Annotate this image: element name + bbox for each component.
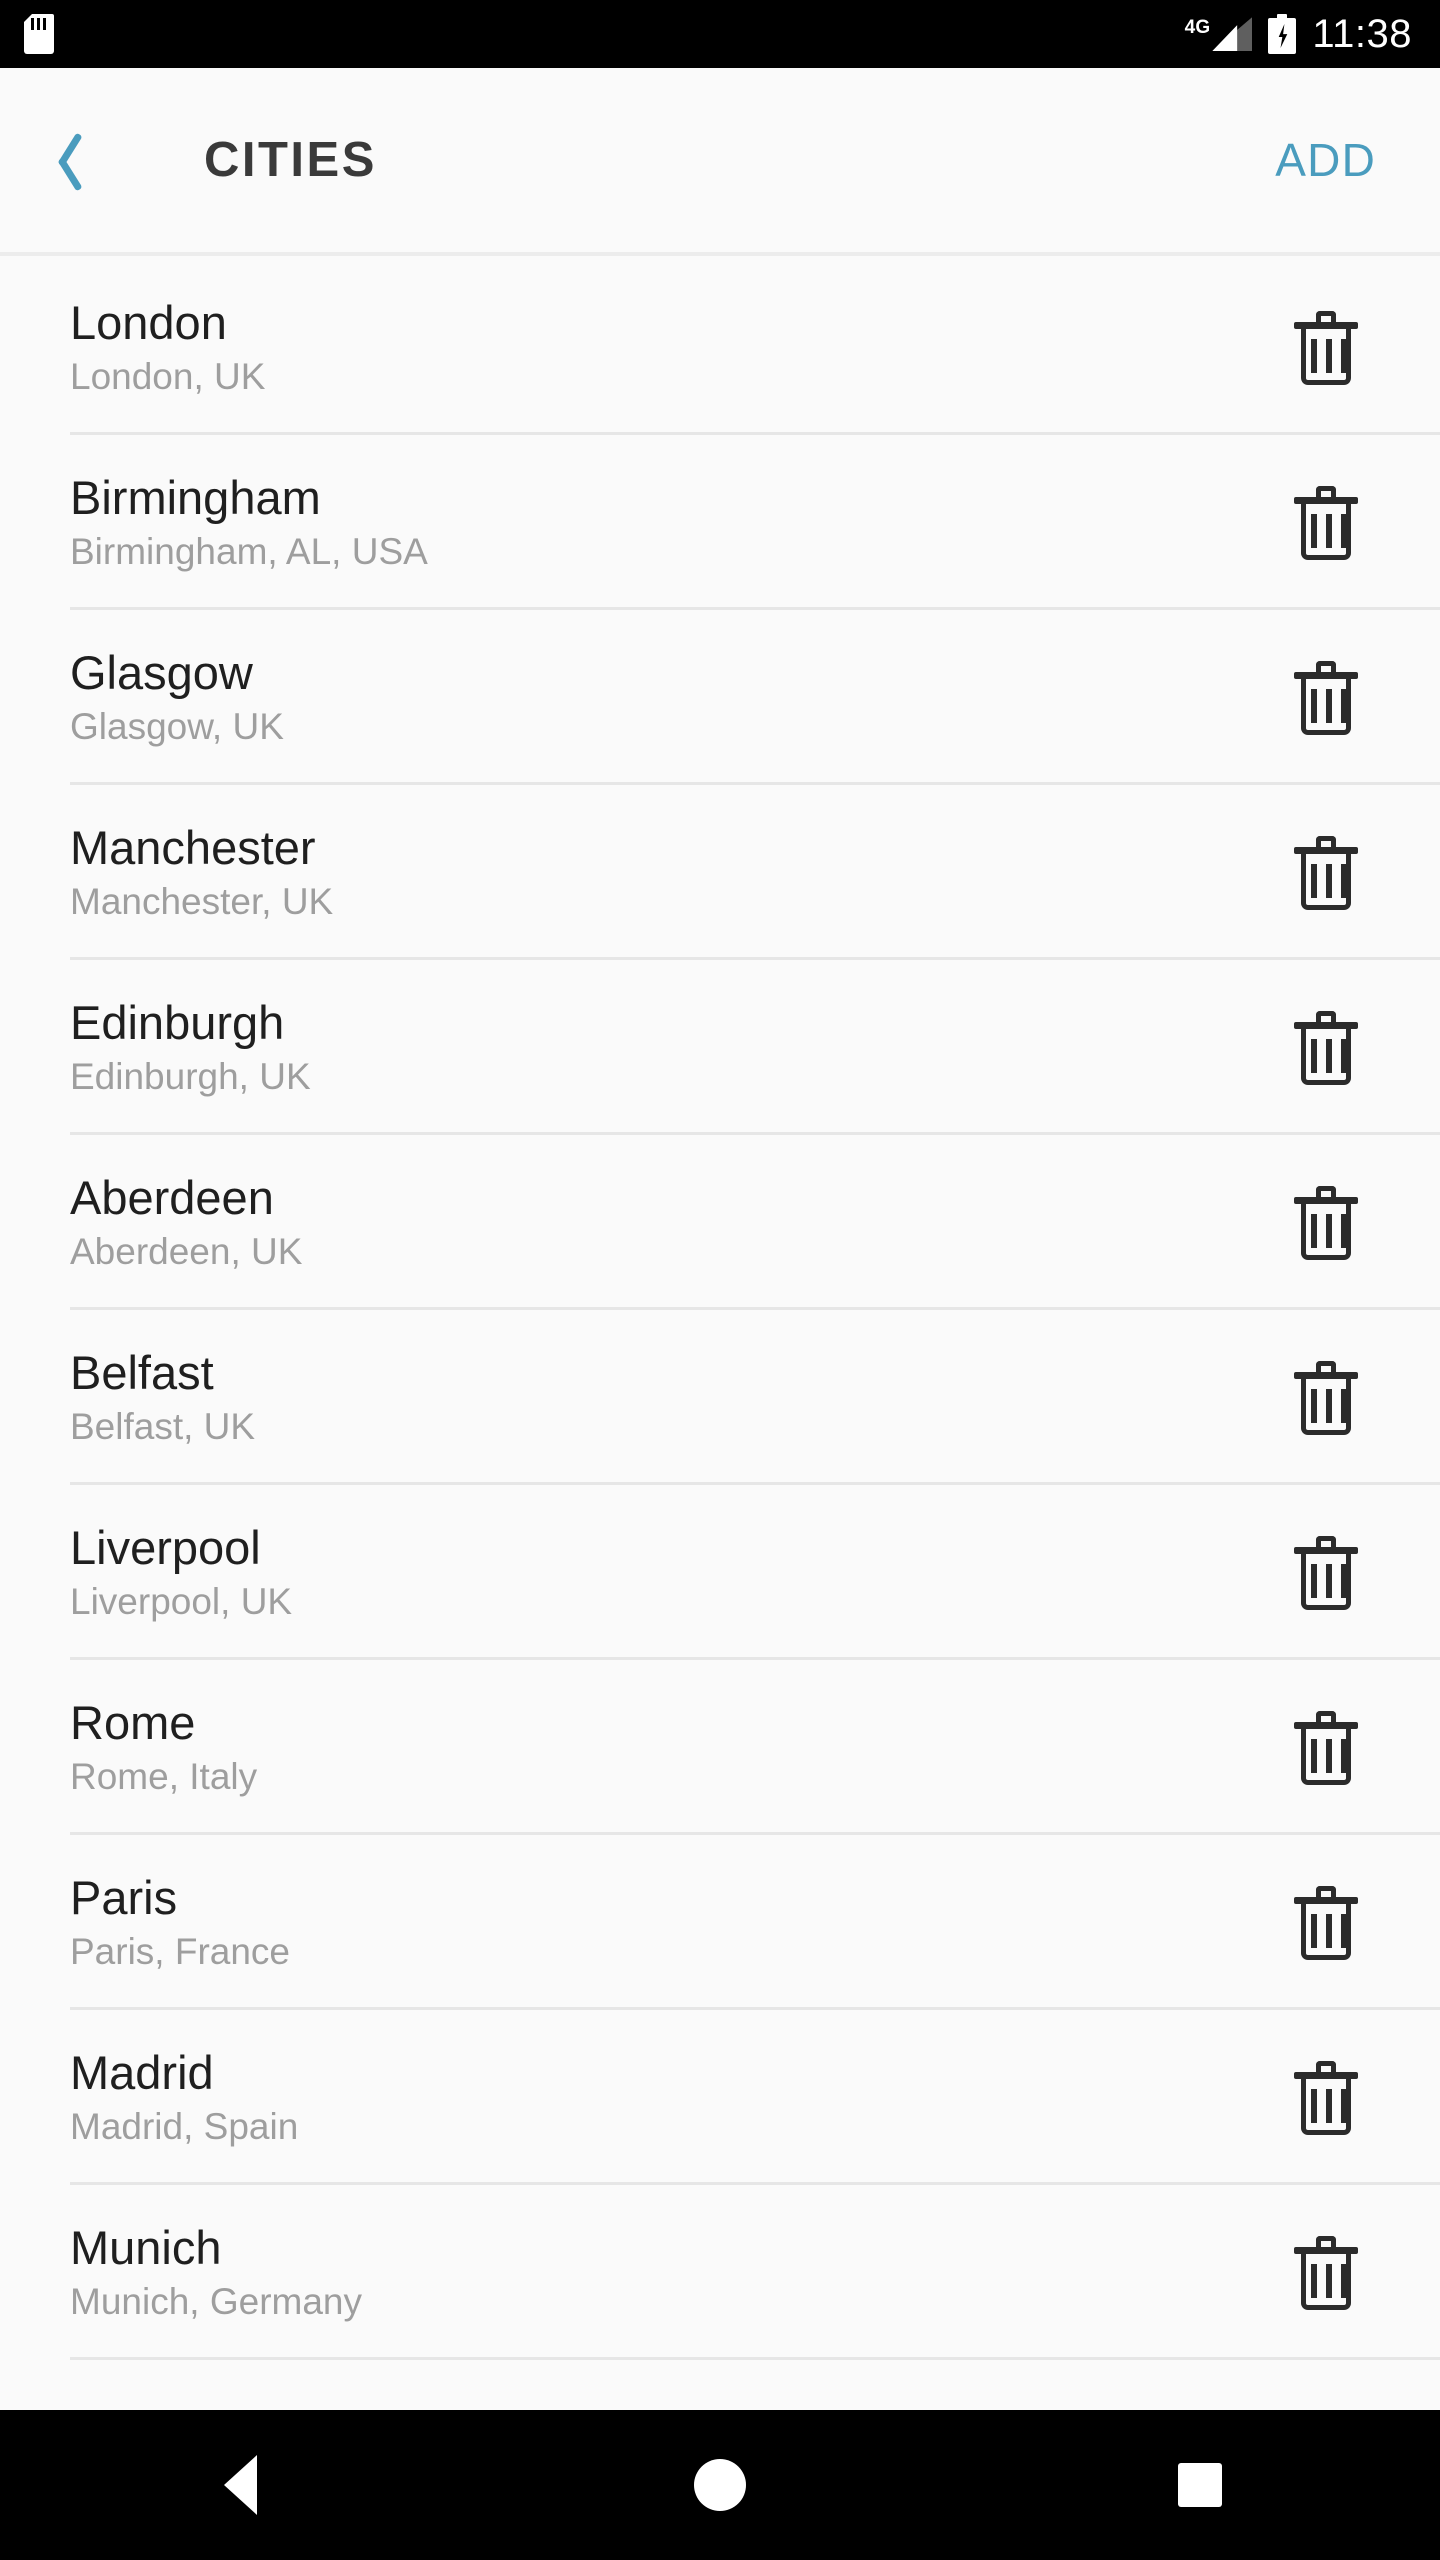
row-text: London London, UK	[70, 295, 1294, 397]
city-subtitle: Belfast, UK	[70, 1405, 256, 1447]
table-row[interactable]: Munich Munich, Germany	[0, 2185, 1440, 2360]
table-row[interactable]: Paris Paris, France	[0, 1835, 1440, 2010]
status-bar-left	[24, 14, 54, 54]
table-row[interactable]: Liverpool Liverpool, UK	[0, 1485, 1440, 1660]
city-name: Edinburgh	[70, 995, 285, 1049]
system-navigation-bar	[0, 2410, 1440, 2560]
status-bar: 4G 11:38	[0, 0, 1440, 68]
trash-icon[interactable]	[1294, 2060, 1358, 2135]
city-subtitle: Liverpool, UK	[70, 1580, 293, 1622]
cities-list[interactable]: London London, UK Birmingham Birmingham, AL…	[0, 260, 1440, 2410]
table-row[interactable]: Manchester Manchester, UK	[0, 785, 1440, 960]
city-name: Birmingham	[70, 470, 321, 524]
city-subtitle: Manchester, UK	[70, 880, 334, 922]
table-row[interactable]: Rome Rome, Italy	[0, 1660, 1440, 1835]
city-name: Rome	[70, 1695, 196, 1749]
city-subtitle: Birmingham, AL, USA	[70, 530, 428, 572]
status-bar-clock: 11:38	[1312, 12, 1412, 56]
row-text: Liverpool Liverpool, UK	[70, 1520, 1294, 1622]
row-text: Rome Rome, Italy	[70, 1695, 1294, 1797]
row-text: Manchester Manchester, UK	[70, 820, 1294, 922]
trash-icon[interactable]	[1294, 1885, 1358, 1960]
city-subtitle: Edinburgh, UK	[70, 1055, 311, 1097]
status-bar-right: 4G 11:38	[1185, 14, 1412, 54]
table-row[interactable]: London London, UK	[0, 260, 1440, 435]
city-name: London	[70, 295, 227, 349]
city-name: Manchester	[70, 820, 316, 874]
row-text: Paris Paris, France	[70, 1870, 1294, 1972]
city-name: Aberdeen	[70, 1170, 274, 1224]
table-row[interactable]: Glasgow Glasgow, UK	[0, 610, 1440, 785]
trash-icon[interactable]	[1294, 2235, 1358, 2310]
nav-recents-button[interactable]	[960, 2410, 1440, 2560]
city-subtitle: Munich, Germany	[70, 2280, 362, 2322]
city-subtitle: Madrid, Spain	[70, 2105, 299, 2147]
table-row[interactable]: Aberdeen Aberdeen, UK	[0, 1135, 1440, 1310]
network-type-label: 4G	[1184, 17, 1211, 38]
nav-back-triangle-icon	[223, 2455, 257, 2515]
phone-screen: 4G 11:38 CITIES ADD London London, UK Birm…	[0, 0, 1440, 2560]
row-text: Birmingham Birmingham, AL, USA	[70, 470, 1294, 572]
add-button[interactable]: ADD	[1275, 133, 1376, 187]
battery-charging-icon	[1268, 14, 1297, 54]
table-row[interactable]: Birmingham Birmingham, AL, USA	[0, 435, 1440, 610]
back-button[interactable]	[0, 66, 120, 254]
trash-icon[interactable]	[1294, 1010, 1358, 1085]
nav-home-circle-icon	[694, 2459, 746, 2511]
row-text: Madrid Madrid, Spain	[70, 2045, 1294, 2147]
city-subtitle: London, UK	[70, 355, 266, 397]
table-row[interactable]: Madrid Madrid, Spain	[0, 2010, 1440, 2185]
city-name: Munich	[70, 2220, 222, 2274]
city-name: Belfast	[70, 1345, 214, 1399]
row-text: Aberdeen Aberdeen, UK	[70, 1170, 1294, 1272]
row-text: Belfast Belfast, UK	[70, 1345, 1294, 1447]
city-name: Paris	[70, 1870, 178, 1924]
trash-icon[interactable]	[1294, 660, 1358, 735]
trash-icon[interactable]	[1294, 835, 1358, 910]
nav-recents-square-icon	[1178, 2463, 1222, 2507]
back-chevron-icon	[37, 129, 83, 191]
trash-icon[interactable]	[1294, 1710, 1358, 1785]
trash-icon[interactable]	[1294, 1535, 1358, 1610]
row-text: Edinburgh Edinburgh, UK	[70, 995, 1294, 1097]
city-subtitle: Aberdeen, UK	[70, 1230, 303, 1272]
trash-icon[interactable]	[1294, 310, 1358, 385]
page-title: CITIES	[204, 133, 377, 187]
signal-bars-icon: 4G	[1185, 17, 1253, 51]
city-name: Glasgow	[70, 645, 253, 699]
city-subtitle: Rome, Italy	[70, 1755, 258, 1797]
city-name: Liverpool	[70, 1520, 261, 1574]
trash-icon[interactable]	[1294, 1185, 1358, 1260]
trash-icon[interactable]	[1294, 1360, 1358, 1435]
table-row[interactable]: Edinburgh Edinburgh, UK	[0, 960, 1440, 1135]
nav-back-button[interactable]	[0, 2410, 480, 2560]
sd-card-icon	[24, 14, 54, 54]
table-row[interactable]: Belfast Belfast, UK	[0, 1310, 1440, 1485]
row-text: Glasgow Glasgow, UK	[70, 645, 1294, 747]
trash-icon[interactable]	[1294, 485, 1358, 560]
city-subtitle: Paris, France	[70, 1930, 291, 1972]
city-name: Madrid	[70, 2045, 214, 2099]
nav-home-button[interactable]	[480, 2410, 960, 2560]
row-text: Munich Munich, Germany	[70, 2220, 1294, 2322]
city-subtitle: Glasgow, UK	[70, 705, 284, 747]
app-bar: CITIES ADD	[0, 68, 1440, 256]
